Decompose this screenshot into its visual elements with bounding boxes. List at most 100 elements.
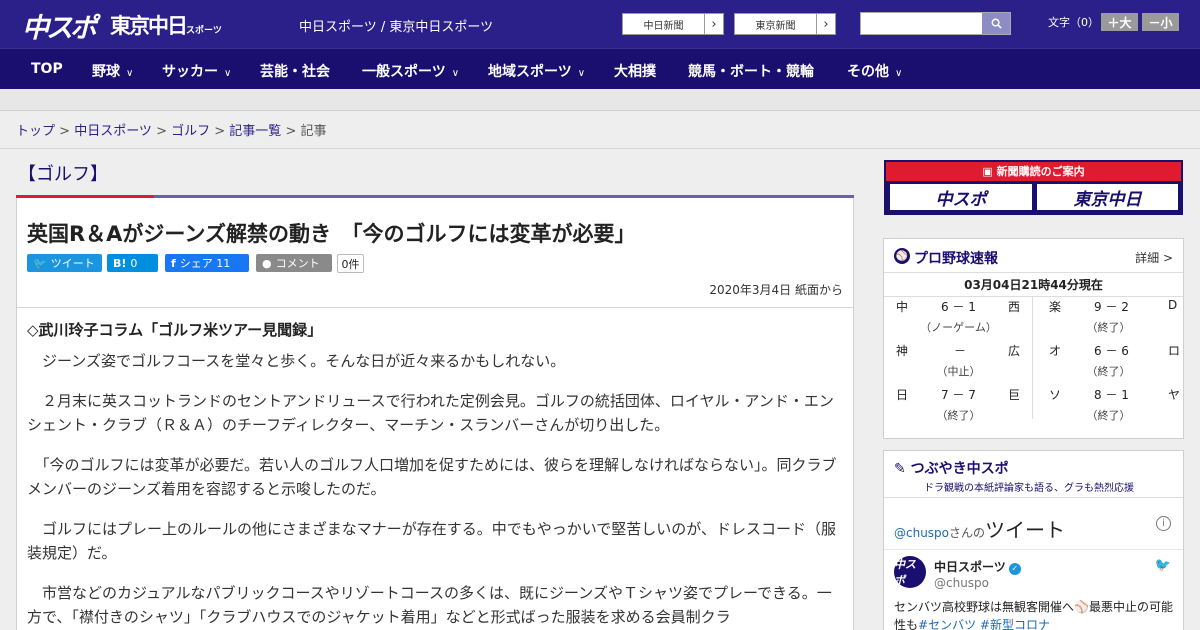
scores-column-pacific: 楽 9 － 2 D （終了） オ 6 － 6 ロ （終了） ソ 8 － 1 ヤ …	[1034, 297, 1183, 422]
twitter-timeline: @chuspoさんのツイート i 中スポ 中日スポーツ ✓ @chuspo 🐦 セ…	[884, 497, 1183, 630]
subscription-ad[interactable]: ▣ 新聞購読のご案内 中スポ 東京中日	[884, 160, 1183, 215]
divider	[0, 148, 1200, 149]
home-team: 中	[896, 300, 909, 314]
logo-secondary-text: 東京中日	[110, 14, 188, 38]
breadcrumb: トップ > 中日スポーツ > ゴルフ > 記事一覧 > 記事	[16, 124, 327, 139]
nav-entertainment[interactable]: 芸能・社会	[260, 61, 330, 81]
game-row[interactable]: 日 7 － 7 巨 （終了）	[884, 385, 1033, 429]
facebook-icon: f	[171, 256, 176, 270]
twitter-box-title-text: つぶやき中スポ	[910, 461, 1009, 477]
nav-racing[interactable]: 競馬・ボート・競輪	[688, 61, 814, 81]
font-bigger-button[interactable]: ＋大	[1101, 13, 1138, 31]
timeline-handle-link[interactable]: @chuspo	[894, 526, 949, 540]
breadcrumb-article-list[interactable]: 記事一覧	[229, 124, 281, 139]
nav-local-sports[interactable]: 地域スポーツ ∨	[488, 61, 585, 81]
home-team: ソ	[1049, 388, 1062, 402]
baseball-box-title: プロ野球速報	[914, 251, 998, 267]
baseball-scores-box: ⚾ プロ野球速報 詳細 > 03月04日21時44分現在 中 6 － 1 西 （…	[883, 238, 1184, 439]
facebook-share-button[interactable]: f シェア 11	[165, 254, 249, 272]
article-lead: ◇武川玲子コラム「ゴルフ米ツアー見聞録」	[27, 321, 323, 339]
tweet-user-name-text: 中日スポーツ	[934, 560, 1006, 574]
chuspo-logo[interactable]: 中スポ	[22, 6, 97, 45]
article-paragraph: ２月末に英スコットランドのセントアンドリュースで行われた定例会見。ゴルフの統括団…	[27, 392, 834, 434]
chevron-down-icon: ∨	[126, 68, 134, 79]
nav-sumo[interactable]: 大相撲	[614, 61, 656, 81]
breadcrumb-chuspo[interactable]: 中日スポーツ	[74, 124, 152, 139]
newspaper-icon: ▣	[982, 165, 997, 178]
ad-title-text: 新聞購読のご案内	[996, 165, 1085, 178]
away-team: ヤ	[1168, 388, 1181, 402]
nav-top[interactable]: TOP	[31, 61, 63, 77]
game-status: （終了）	[1086, 365, 1131, 378]
main-nav: TOP 野球 ∨ サッカー ∨ 芸能・社会 一般スポーツ ∨ 地域スポーツ ∨ 大相撲 …	[0, 48, 1200, 89]
tokyo-chunichi-logo[interactable]: 東京中日スポーツ	[110, 10, 222, 40]
search-button[interactable]	[982, 13, 1010, 34]
game-row[interactable]: 楽 9 － 2 D （終了）	[1034, 297, 1183, 341]
comment-button[interactable]: ● コメント	[256, 254, 332, 272]
article-paragraph: ゴルフにはプレー上のルールの他にさまざまなマナーが存在する。中でもやっかいで堅苦…	[27, 520, 836, 562]
font-size-label: 文字（0）	[1048, 16, 1099, 29]
tweet-user-handle[interactable]: @chuspo	[934, 576, 989, 590]
divider	[17, 307, 853, 308]
pen-icon: ✎	[894, 461, 911, 477]
chunichi-shimbun-button[interactable]: 中日新聞 ›	[622, 13, 724, 35]
tweet-text: センバツ高校野球は無観客開催へ⚾最悪中止の可能性も#センバツ #新型コロナ	[894, 598, 1179, 630]
twitter-bird-icon: 🐦	[33, 256, 47, 270]
nav-label: 野球	[92, 64, 120, 80]
nav-general-sports[interactable]: 一般スポーツ ∨	[362, 61, 459, 81]
sub-strip	[0, 89, 1200, 111]
nav-other[interactable]: その他 ∨	[847, 61, 902, 81]
breadcrumb-golf[interactable]: ゴルフ	[171, 124, 210, 139]
scores-timestamp: 03月04日21時44分現在	[884, 273, 1183, 297]
article-body: 英国R＆Aがジーンズ解禁の動き 「今のゴルフには変革が必要」 🐦 ツイート B! 0…	[16, 198, 854, 630]
game-row[interactable]: 中 6 － 1 西 （ノーゲーム）	[884, 297, 1033, 341]
away-team: D	[1168, 298, 1178, 312]
ad-title: ▣ 新聞購読のご案内	[886, 162, 1181, 181]
nav-soccer[interactable]: サッカー ∨	[162, 61, 231, 81]
tweet-hashtags[interactable]: #センバツ #新型コロナ	[918, 618, 1050, 630]
tokyo-shimbun-button[interactable]: 東京新聞 ›	[734, 13, 836, 35]
game-status: （中止）	[936, 365, 981, 378]
tokyo-shimbun-label: 東京新聞	[755, 20, 796, 32]
game-row[interactable]: 神 － 広 （中止）	[884, 341, 1033, 385]
article-date: 2020年3月4日 紙面から	[709, 283, 843, 297]
avatar[interactable]: 中スポ	[894, 556, 926, 588]
nav-label: 大相撲	[614, 64, 656, 80]
home-team: オ	[1049, 344, 1062, 358]
font-smaller-button[interactable]: －小	[1142, 13, 1179, 31]
nav-label: その他	[847, 64, 889, 80]
article-paragraph: ジーンズ姿でゴルフコースを堂々と歩く。そんな日が近々来るかもしれない。	[27, 352, 566, 370]
breadcrumb-top[interactable]: トップ	[16, 124, 55, 139]
baseball-box-header: ⚾ プロ野球速報 詳細 >	[884, 239, 1183, 273]
game-status: （終了）	[1086, 409, 1131, 422]
twitter-bird-icon[interactable]: 🐦	[1155, 558, 1171, 573]
hatena-count: 0	[130, 256, 138, 270]
away-team: 巨	[1008, 388, 1021, 402]
ad-logo-chuspo: 中スポ	[890, 184, 1032, 210]
tweet-user-name[interactable]: 中日スポーツ ✓	[934, 558, 1021, 575]
timeline-title: ツイート	[985, 518, 1066, 542]
search-input[interactable]	[860, 12, 1011, 35]
baseball-icon: ⚾	[894, 248, 910, 264]
article-paragraph: 市営などのカジュアルなパブリックコースやリゾートコースの多くは、既にジーンズやＴ…	[27, 584, 832, 626]
game-row[interactable]: オ 6 － 6 ロ （終了）	[1034, 341, 1183, 385]
timeline-header: @chuspoさんのツイート	[894, 514, 1065, 543]
tweet-button[interactable]: 🐦 ツイート	[27, 254, 102, 272]
hatena-bookmark-button[interactable]: B! 0	[107, 254, 158, 272]
away-team: 広	[1008, 344, 1021, 358]
article-paragraph: 「今のゴルフには変革が必要だ。若い人のゴルフ人口増加を促すためには、彼らを理解し…	[27, 456, 837, 498]
baseball-details-link[interactable]: 詳細 >	[1135, 249, 1173, 266]
game-status: （終了）	[1086, 321, 1131, 334]
twitter-box-title: ✎ つぶやき中スポ	[894, 458, 1009, 478]
comment-count: 0件	[337, 254, 364, 273]
nav-label: 芸能・社会	[260, 64, 330, 80]
nav-baseball[interactable]: 野球 ∨	[92, 61, 133, 81]
article-headline: 英国R＆Aがジーンズ解禁の動き 「今のゴルフには変革が必要」	[27, 222, 636, 246]
info-icon[interactable]: i	[1156, 516, 1171, 531]
game-score: 7 － 7	[941, 388, 976, 402]
twitter-box: ✎ つぶやき中スポ ドラ観戦の本紙評論家も語る、グラも熱烈応援 @chuspoさ…	[883, 450, 1184, 630]
game-status: （終了）	[936, 409, 981, 422]
game-score: －	[954, 344, 967, 358]
game-row[interactable]: ソ 8 － 1 ヤ （終了）	[1034, 385, 1183, 429]
site-links[interactable]: 中日スポーツ / 東京中日スポーツ	[299, 16, 493, 35]
